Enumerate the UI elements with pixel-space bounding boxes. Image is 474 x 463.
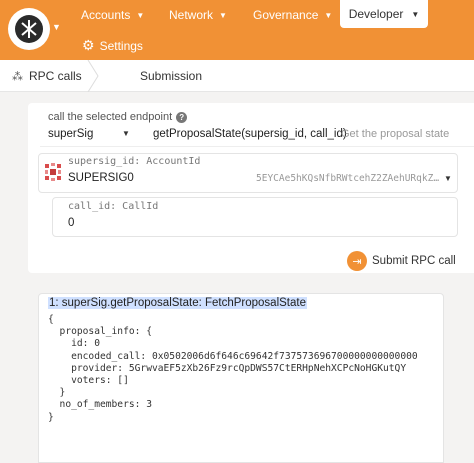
chevron-down-icon: ▼ bbox=[136, 10, 145, 20]
method-description: Get the proposal state bbox=[341, 128, 450, 140]
sign-in-icon: ⇥ bbox=[347, 251, 367, 271]
network-icon: ⁂ bbox=[12, 70, 23, 83]
call-id-input[interactable]: 0 bbox=[68, 217, 74, 229]
sub-navbar: ⁂ RPC calls Submission bbox=[0, 60, 474, 92]
method-dropdown[interactable]: getProposalState(supersig_id, call_id) bbox=[153, 128, 347, 140]
chevron-down-icon: ▼ bbox=[219, 10, 227, 20]
module-dropdown[interactable]: superSig bbox=[48, 128, 93, 140]
nav-settings-label: Settings bbox=[99, 38, 143, 53]
nav-accounts-label: Accounts bbox=[81, 8, 131, 22]
chevron-down-icon: ▼ bbox=[52, 22, 61, 32]
endpoint-label-text: call the selected endpoint bbox=[48, 111, 173, 123]
output-title: 1: superSig.getProposalState: FetchPropo… bbox=[48, 297, 307, 309]
chain-logo-button[interactable]: ▼ bbox=[0, 0, 64, 60]
chevron-down-icon: ▼ bbox=[324, 10, 333, 20]
breadcrumb-separator bbox=[87, 60, 99, 92]
nav-accounts[interactable]: Accounts ▼ bbox=[81, 8, 144, 22]
divider bbox=[40, 146, 474, 147]
gear-icon: ⚙ bbox=[82, 37, 95, 53]
tab-rpc-calls[interactable]: ⁂ RPC calls bbox=[12, 69, 82, 83]
submit-rpc-call-label: Submit RPC call bbox=[372, 255, 456, 267]
supersig-id-label: supersig_id: AccountId bbox=[68, 156, 201, 167]
nav-developer[interactable]: Developer ▼ bbox=[340, 0, 428, 28]
nav-network-label: Network bbox=[169, 8, 214, 22]
nav-settings[interactable]: ⚙ Settings bbox=[82, 37, 143, 54]
tab-submission[interactable]: Submission bbox=[140, 69, 202, 83]
supersig-id-address: 5EYCAe5hKQsNfbRWtcehZ2ZAehURqkZT4aA bbox=[256, 173, 442, 184]
nav-governance[interactable]: Governance ▼ bbox=[253, 8, 332, 22]
nav-governance-label: Governance bbox=[253, 8, 319, 22]
endpoint-label: call the selected endpoint ? bbox=[48, 111, 188, 123]
supersig-id-value: SUPERSIG0 bbox=[68, 172, 134, 184]
chevron-down-icon: ▼ bbox=[444, 174, 452, 183]
nav-network[interactable]: Network ▼ bbox=[169, 8, 227, 22]
nav-developer-label: Developer bbox=[348, 7, 404, 21]
identicon-avatar bbox=[44, 163, 62, 181]
tab-submission-label: Submission bbox=[140, 69, 203, 83]
output-json: { proposal_info: { id: 0 encoded_call: 0… bbox=[48, 314, 418, 423]
chain-logo bbox=[8, 8, 50, 50]
tab-rpc-calls-label: RPC calls bbox=[29, 69, 82, 83]
chevron-down-icon: ▼ bbox=[122, 129, 130, 138]
chevron-down-icon: ▼ bbox=[411, 9, 420, 19]
help-icon[interactable]: ? bbox=[176, 111, 188, 123]
submit-rpc-call-button[interactable]: ⇥ Submit RPC call bbox=[347, 250, 456, 272]
logo-icon bbox=[15, 15, 43, 43]
call-id-label: call_id: CallId bbox=[68, 201, 159, 212]
